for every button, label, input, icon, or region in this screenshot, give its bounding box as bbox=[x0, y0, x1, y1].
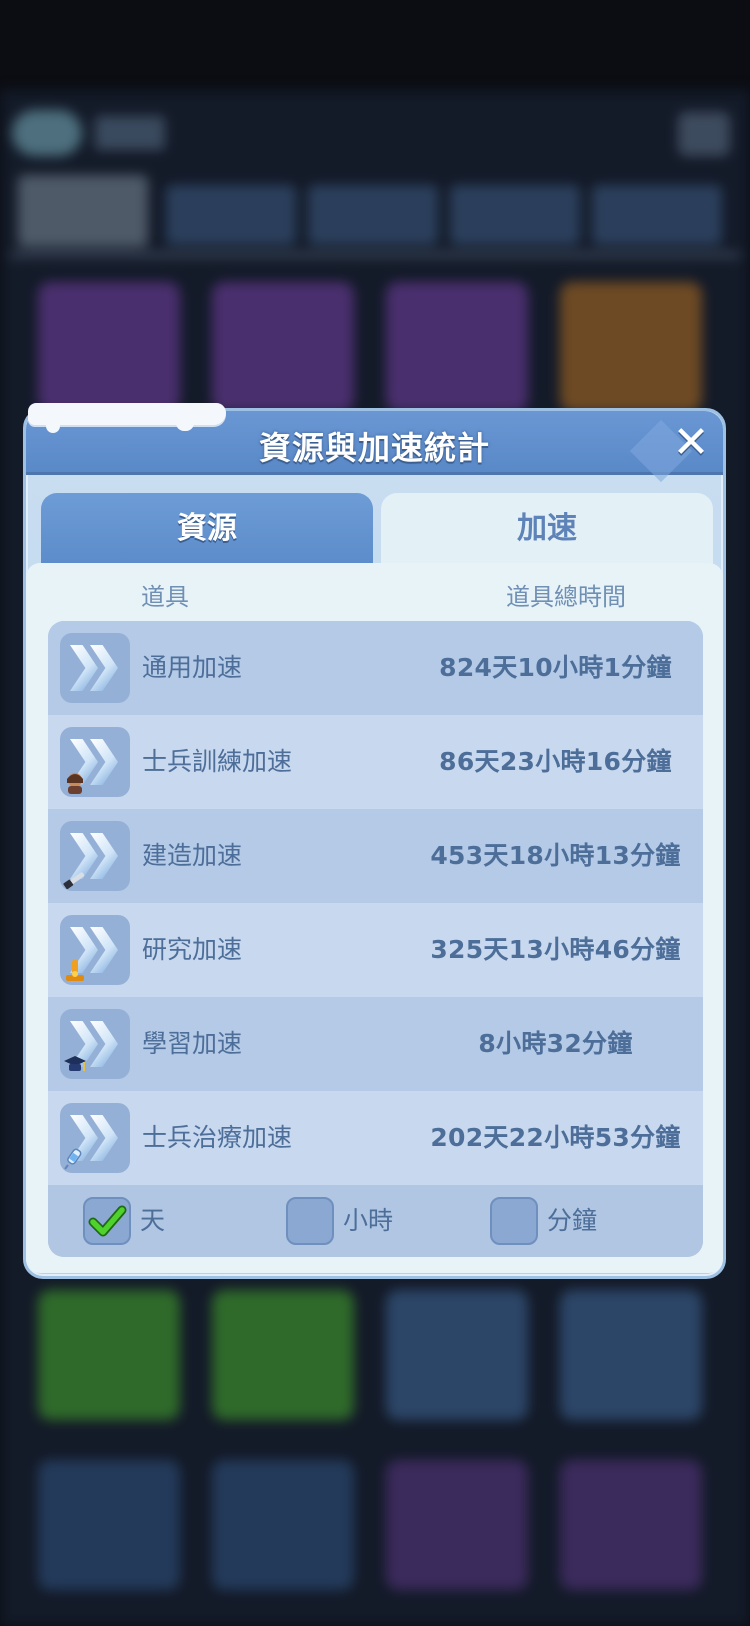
background-card bbox=[38, 1290, 180, 1420]
syringe-badge-icon bbox=[64, 1148, 82, 1170]
item-name: 士兵治療加速 bbox=[142, 1123, 293, 1152]
tab-speedup[interactable]: 加速 bbox=[381, 493, 713, 569]
unit-filter-bar: 天 小時 分鐘 bbox=[48, 1185, 703, 1257]
item-name: 建造加速 bbox=[142, 841, 243, 870]
background-tab bbox=[166, 185, 296, 245]
minutes-label: 分鐘 bbox=[547, 1206, 598, 1235]
background-card bbox=[560, 282, 702, 412]
speedup-research-icon bbox=[60, 915, 130, 985]
background-tab bbox=[592, 185, 722, 245]
days-label: 天 bbox=[140, 1206, 166, 1235]
column-header-total-time: 道具總時間 bbox=[506, 583, 626, 611]
game-screen: 資源與加速統計 ✕ 資源 加速 道具 道具總時間 通用加速 824天10小時1分… bbox=[0, 0, 750, 1626]
item-total-time: 8小時32分鐘 bbox=[478, 1029, 633, 1058]
close-button[interactable]: ✕ bbox=[669, 421, 713, 465]
graduation-cap-badge-icon bbox=[64, 1056, 86, 1071]
background-card bbox=[212, 1460, 354, 1590]
background-divider bbox=[10, 252, 740, 258]
item-name: 士兵訓練加速 bbox=[142, 747, 293, 776]
speedup-training-icon bbox=[60, 727, 130, 797]
item-total-time: 824天10小時1分鐘 bbox=[439, 653, 672, 682]
soldier-badge-icon bbox=[67, 773, 83, 794]
background-home-icon bbox=[678, 112, 730, 156]
background-card bbox=[560, 1460, 702, 1590]
speedup-general-icon bbox=[60, 633, 130, 703]
background-card bbox=[386, 282, 528, 412]
background-avatar bbox=[12, 110, 82, 156]
days-checkbox[interactable] bbox=[83, 1197, 131, 1245]
background-card bbox=[38, 282, 180, 412]
column-header-items: 道具 bbox=[141, 583, 189, 611]
item-total-time: 453天18小時13分鐘 bbox=[430, 841, 681, 870]
item-total-time: 202天22小時53分鐘 bbox=[430, 1123, 681, 1152]
background-title bbox=[95, 116, 165, 150]
background-card bbox=[212, 1290, 354, 1420]
background-tab bbox=[308, 185, 438, 245]
background-card bbox=[560, 1290, 702, 1420]
item-total-time: 86天23小時16分鐘 bbox=[439, 747, 672, 776]
minutes-checkbox[interactable] bbox=[490, 1197, 538, 1245]
modal-title: 資源與加速統計 bbox=[258, 429, 490, 467]
speedup-construction-icon bbox=[60, 821, 130, 891]
background-card bbox=[386, 1290, 528, 1420]
speedup-panel: 道具 道具總時間 通用加速 824天10小時1分鐘 士兵訓練加速 86天23小時… bbox=[26, 563, 723, 1273]
background-card bbox=[38, 1460, 180, 1590]
tab-resources[interactable]: 資源 bbox=[41, 493, 373, 569]
list-item: 士兵訓練加速 86天23小時16分鐘 bbox=[48, 715, 703, 809]
item-name: 研究加速 bbox=[142, 935, 243, 964]
background-card bbox=[386, 1460, 528, 1590]
speedup-healing-icon bbox=[60, 1103, 130, 1173]
list-item: 研究加速 325天13小時46分鐘 bbox=[48, 903, 703, 997]
speedup-learning-icon bbox=[60, 1009, 130, 1079]
stats-modal: 資源與加速統計 ✕ 資源 加速 道具 道具總時間 通用加速 824天10小時1分… bbox=[23, 403, 726, 1279]
item-name: 通用加速 bbox=[142, 653, 243, 682]
checkmark-icon bbox=[88, 1205, 127, 1237]
background-card bbox=[212, 282, 354, 412]
hours-label: 小時 bbox=[343, 1206, 394, 1235]
list-item: 學習加速 8小時32分鐘 bbox=[48, 997, 703, 1091]
background-tab bbox=[450, 185, 580, 245]
item-name: 學習加速 bbox=[142, 1029, 243, 1058]
background-tabs bbox=[18, 175, 732, 247]
background-tab bbox=[18, 175, 148, 247]
microscope-badge-icon bbox=[66, 960, 84, 981]
list-item: 建造加速 453天18小時13分鐘 bbox=[48, 809, 703, 903]
list-item: 通用加速 824天10小時1分鐘 bbox=[48, 621, 703, 715]
hammer-badge-icon bbox=[63, 872, 85, 889]
speedup-list: 通用加速 824天10小時1分鐘 士兵訓練加速 86天23小時16分鐘 建造加速… bbox=[48, 621, 703, 1257]
item-total-time: 325天13小時46分鐘 bbox=[430, 935, 681, 964]
list-item: 士兵治療加速 202天22小時53分鐘 bbox=[48, 1091, 703, 1185]
hours-checkbox[interactable] bbox=[286, 1197, 334, 1245]
